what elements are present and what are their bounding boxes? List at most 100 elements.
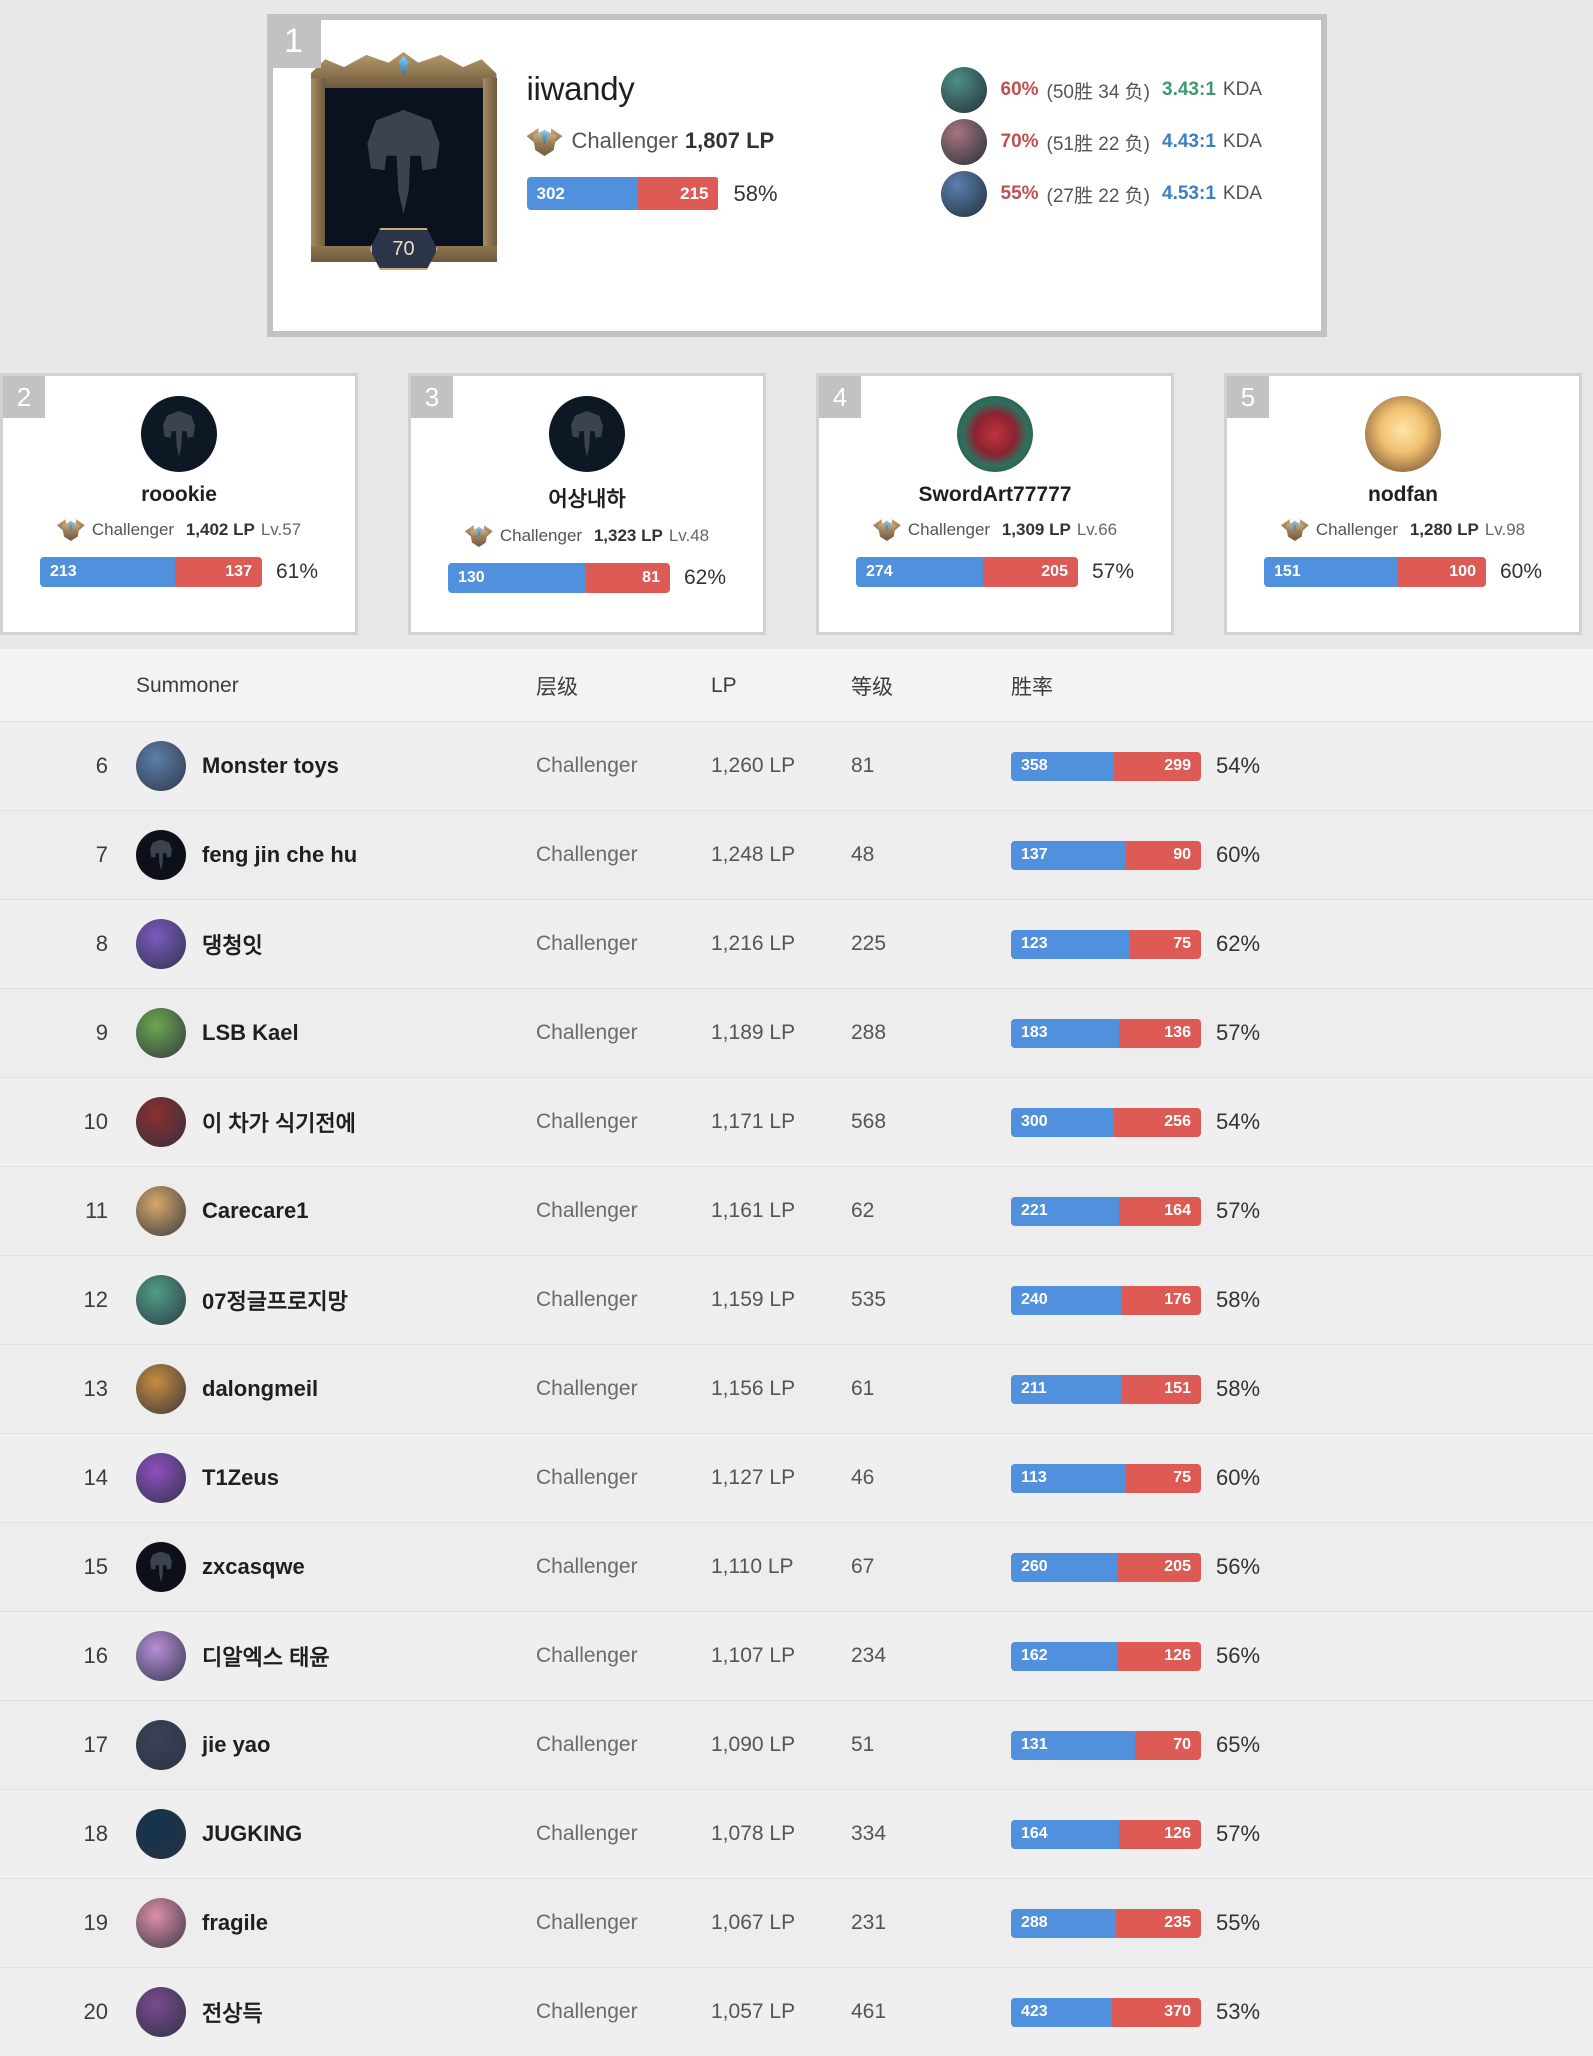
win-loss-bar: 221 164 bbox=[1011, 1196, 1201, 1226]
header-summoner[interactable]: Summoner bbox=[136, 649, 536, 722]
summoner-name[interactable]: nodfan bbox=[1368, 483, 1438, 507]
header-tier[interactable]: 层级 bbox=[536, 649, 711, 722]
champion-stat-row[interactable]: 60% (50胜 34 负) 3.43:1 KDA bbox=[940, 64, 1321, 116]
summoner-name[interactable]: fragile bbox=[202, 1910, 268, 1936]
summoner-avatar[interactable] bbox=[136, 1631, 186, 1681]
table-row[interactable]: 12 07정글프로지망 Challenger 1,159 LP 535 240 176 58% bbox=[0, 1255, 1593, 1345]
table-row[interactable]: 19 fragile Challenger 1,067 LP 231 288 235 55% bbox=[0, 1878, 1593, 1968]
champion-record: (50胜 34 负) bbox=[1046, 81, 1151, 103]
tier-line: Challenger 1,309 LP Lv.66 bbox=[872, 516, 1117, 543]
summoner-name[interactable]: 이 차가 식기전에 bbox=[202, 1106, 356, 1138]
wins-segment: 221 bbox=[1011, 1196, 1120, 1226]
summoner-avatar[interactable] bbox=[136, 1186, 186, 1236]
table-row[interactable]: 20 전상득 Challenger 1,057 LP 461 423 370 53% bbox=[0, 1967, 1593, 2056]
summoner-avatar[interactable] bbox=[136, 1542, 186, 1592]
summoner-name[interactable]: zxcasqwe bbox=[202, 1554, 305, 1580]
summoner-name[interactable]: Carecare1 bbox=[202, 1198, 308, 1224]
row-rank: 20 bbox=[83, 1999, 108, 2024]
row-level: 225 bbox=[851, 932, 887, 955]
champion-avatar[interactable] bbox=[940, 67, 987, 113]
table-row[interactable]: 14 T1Zeus Challenger 1,127 LP 46 113 75 60% bbox=[0, 1433, 1593, 1523]
table-row[interactable]: 18 JUGKING Challenger 1,078 LP 334 164 126 57% bbox=[0, 1789, 1593, 1879]
table-row[interactable]: 17 jie yao Challenger 1,090 LP 51 131 70 65% bbox=[0, 1700, 1593, 1790]
summoner-avatar[interactable] bbox=[549, 396, 625, 472]
champion-stat-row[interactable]: 70% (51胜 22 负) 4.43:1 KDA bbox=[940, 116, 1321, 168]
row-rank: 11 bbox=[85, 1198, 108, 1223]
losses-segment: 235 bbox=[1115, 1908, 1201, 1938]
summoner-avatar[interactable] bbox=[136, 1097, 186, 1147]
wins-segment: 183 bbox=[1011, 1018, 1120, 1048]
lp-value: 1,309 LP bbox=[1001, 519, 1071, 539]
table-row[interactable]: 6 Monster toys Challenger 1,260 LP 81 358 299 5… bbox=[0, 721, 1593, 811]
table-row[interactable]: 8 댕청잇 Challenger 1,216 LP 225 123 75 62% bbox=[0, 899, 1593, 989]
wins-segment: 164 bbox=[1011, 1819, 1120, 1849]
summoner-name[interactable]: 댕청잇 bbox=[202, 928, 263, 960]
row-tier: Challenger bbox=[536, 932, 638, 955]
summoner-name[interactable]: dalongmeil bbox=[202, 1376, 318, 1402]
row-tier: Challenger bbox=[536, 1644, 638, 1667]
summoner-name[interactable]: 07정글프로지망 bbox=[202, 1284, 348, 1316]
table-row[interactable]: 9 LSB Kael Challenger 1,189 LP 288 183 136 57% bbox=[0, 988, 1593, 1078]
summoner-name[interactable]: iiwandy bbox=[527, 70, 857, 108]
summoner-name[interactable]: feng jin che hu bbox=[202, 842, 357, 868]
tier-label: Challenger bbox=[499, 525, 583, 545]
table-row[interactable]: 15 zxcasqwe Challenger 1,110 LP 67 260 205 56% bbox=[0, 1522, 1593, 1612]
summoner-name[interactable]: jie yao bbox=[202, 1732, 270, 1758]
win-loss-row: 240 176 58% bbox=[1011, 1285, 1593, 1315]
summoner-name[interactable]: 전상득 bbox=[202, 1996, 263, 2028]
champion-avatar[interactable] bbox=[940, 119, 987, 165]
rank-2-card[interactable]: 2 roookie Challenger 1,402 LP Lv.57 213 137 61… bbox=[0, 373, 358, 635]
summoner-avatar[interactable] bbox=[136, 830, 186, 880]
summoner-avatar[interactable] bbox=[136, 1987, 186, 2037]
summoner-avatar[interactable] bbox=[136, 1008, 186, 1058]
win-loss-bar: 131 70 bbox=[1011, 1730, 1201, 1760]
summoner-name[interactable]: LSB Kael bbox=[202, 1020, 299, 1046]
row-lp: 1,216 LP bbox=[711, 932, 796, 955]
losses-segment: 164 bbox=[1119, 1196, 1201, 1226]
summoner-name[interactable]: 디알엑스 태윤 bbox=[202, 1640, 330, 1672]
tier-label: Challenger bbox=[1315, 519, 1399, 539]
rank-1-card[interactable]: 70 iiwandy Challenger 1,807 LP 302 215 5… bbox=[266, 14, 1327, 337]
summoner-name[interactable]: 어상내하 bbox=[548, 483, 625, 513]
summoner-name[interactable]: Monster toys bbox=[202, 753, 339, 779]
rank-badge: 4 bbox=[819, 376, 861, 418]
table-row[interactable]: 13 dalongmeil Challenger 1,156 LP 61 211 151 58… bbox=[0, 1344, 1593, 1434]
table-row[interactable]: 10 이 차가 식기전에 Challenger 1,171 LP 568 300 256 54… bbox=[0, 1077, 1593, 1167]
summoner-avatar[interactable] bbox=[136, 741, 186, 791]
rank-4-card[interactable]: 4 SwordArt77777 Challenger 1,309 LP Lv.66 27… bbox=[816, 373, 1174, 635]
row-rank: 12 bbox=[83, 1287, 108, 1312]
summoner-portrait bbox=[324, 78, 483, 246]
summoner-name[interactable]: SwordArt77777 bbox=[919, 483, 1072, 507]
champion-stat-row[interactable]: 55% (27胜 22 负) 4.53:1 KDA bbox=[940, 168, 1321, 220]
summoner-avatar[interactable] bbox=[136, 1809, 186, 1859]
summoner-name[interactable]: T1Zeus bbox=[202, 1465, 279, 1491]
summoner-avatar[interactable] bbox=[136, 1453, 186, 1503]
summoner-avatar[interactable] bbox=[136, 1364, 186, 1414]
summoner-name[interactable]: JUGKING bbox=[202, 1821, 302, 1847]
header-lp[interactable]: LP bbox=[711, 649, 851, 722]
summoner-avatar[interactable] bbox=[136, 1898, 186, 1948]
win-loss-bar: 260 205 bbox=[1011, 1552, 1201, 1582]
header-winrate[interactable]: 胜率 bbox=[1011, 649, 1593, 722]
table-row[interactable]: 11 Carecare1 Challenger 1,161 LP 62 221 164 57% bbox=[0, 1166, 1593, 1256]
win-loss-row: 221 164 57% bbox=[1011, 1196, 1593, 1226]
summoner-avatar[interactable] bbox=[141, 396, 217, 472]
rank-5-card[interactable]: 5 nodfan Challenger 1,280 LP Lv.98 151 100 60% bbox=[1224, 373, 1582, 635]
row-rank: 10 bbox=[83, 1109, 108, 1134]
wins-segment: 358 bbox=[1011, 751, 1114, 781]
rank-3-card[interactable]: 3 어상내하 Challenger 1,323 LP Lv.48 130 81 62% bbox=[408, 373, 766, 635]
table-row[interactable]: 16 디알엑스 태윤 Challenger 1,107 LP 234 162 126 56% bbox=[0, 1611, 1593, 1701]
header-level[interactable]: 等级 bbox=[851, 649, 1011, 722]
summoner-avatar[interactable] bbox=[957, 396, 1033, 472]
summoner-avatar[interactable] bbox=[136, 919, 186, 969]
win-loss-row: 300 256 54% bbox=[1011, 1107, 1593, 1137]
summoner-avatar[interactable] bbox=[136, 1275, 186, 1325]
summoner-name[interactable]: roookie bbox=[141, 483, 217, 507]
win-loss-bar: 162 126 bbox=[1011, 1641, 1201, 1671]
table-row[interactable]: 7 feng jin che hu Challenger 1,248 LP 48 137 9… bbox=[0, 810, 1593, 900]
champion-avatar[interactable] bbox=[940, 171, 987, 217]
summoner-avatar[interactable] bbox=[136, 1720, 186, 1770]
row-tier: Challenger bbox=[536, 843, 638, 866]
summoner-avatar[interactable] bbox=[1365, 396, 1441, 472]
lp-value: 1,323 LP bbox=[593, 525, 663, 545]
